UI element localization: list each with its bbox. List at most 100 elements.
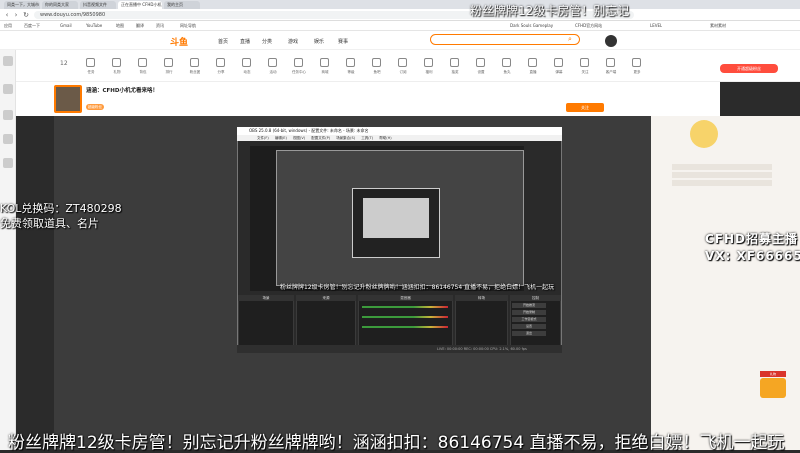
toolbar-item-icon[interactable] [216, 58, 225, 67]
obs-menu-file[interactable]: 文件(F) [257, 136, 269, 140]
toolbar-item-label: 鱼吧 [373, 70, 381, 74]
toolbar-item-icon[interactable] [632, 58, 641, 67]
room-title: 涵涵：CFHD小机尤看来咯！ [86, 88, 158, 94]
bookmark-item[interactable]: LEVEL [650, 22, 662, 30]
browser-tab[interactable]: 你的同类大家 [42, 1, 78, 9]
toolbar-item-icon[interactable] [502, 58, 511, 67]
toolbar-item-label: 背包 [139, 70, 147, 74]
bookmark-item[interactable]: Gmail [60, 22, 72, 30]
nested-preview-core [363, 198, 429, 238]
toolbar-item-icon[interactable] [476, 58, 485, 67]
toolbar-item-label: 分享 [217, 70, 225, 74]
recruit-text: CFHD招募主播 [705, 232, 799, 246]
audio-meter [362, 316, 448, 318]
site-logo[interactable]: 斗鱼 [170, 35, 188, 48]
sidebar-game-icon[interactable] [3, 134, 13, 144]
obs-menu-tools[interactable]: 工具(T) [361, 136, 373, 140]
nav-home[interactable]: 首页 [218, 38, 228, 45]
toolbar-item-icon[interactable] [528, 58, 537, 67]
settings-button[interactable]: 设置 [512, 324, 546, 329]
toolbar-item-label: 直播 [529, 70, 537, 74]
bookmark-item[interactable]: 素材素材 [710, 22, 726, 30]
toolbar-item-icon[interactable] [606, 58, 615, 67]
search-icon[interactable]: ⌕ [568, 35, 572, 44]
toolbar-item-icon[interactable] [268, 58, 277, 67]
top-marquee-text: 粉丝牌牌12级卡房管！别忘记 [470, 4, 630, 18]
toolbar-item-label: 等级 [347, 70, 355, 74]
toolbar-item-label: 任务中心 [292, 70, 306, 74]
sidebar-category-icon[interactable] [3, 110, 13, 120]
toolbar-item-label: 任务 [87, 70, 95, 74]
obs-transitions-dock [455, 295, 508, 350]
nav-match[interactable]: 赛事 [338, 38, 348, 45]
toolbar-item-label: 客户端 [605, 70, 617, 74]
browser-tab[interactable]: 抖音视频文件 [80, 1, 116, 9]
bookmark-item[interactable]: 应用 [4, 22, 12, 30]
follow-button[interactable]: 关注 [566, 103, 604, 112]
browser-tab[interactable]: 同类一下，大城市 [4, 1, 40, 9]
streamer-avatar[interactable] [54, 85, 82, 113]
toolbar-item-icon[interactable] [112, 58, 121, 67]
toolbar-item-icon[interactable] [190, 58, 199, 67]
toolbar-item-icon[interactable] [320, 58, 329, 67]
toolbar-item-icon[interactable] [398, 58, 407, 67]
sidebar-home-icon[interactable] [3, 56, 13, 66]
start-streaming-button[interactable]: 开始推流 [512, 303, 546, 308]
toolbar-item-icon[interactable] [424, 58, 433, 67]
bookmark-item[interactable]: 翻译 [136, 22, 144, 30]
obs-mixer-dock [358, 295, 453, 350]
bottom-marquee-text: 粉丝牌牌12级卡房管！别忘记升粉丝牌牌哟！涵涵扣扣：86146754 直播不易，… [8, 433, 785, 453]
nav-game[interactable]: 游戏 [288, 38, 298, 45]
kol-reward-text: 免费领取道具、名片 [0, 217, 99, 230]
toolbar-item-icon[interactable] [164, 58, 173, 67]
recruit-contact-text: VX: XF666654 [705, 249, 800, 263]
toolbar-item-icon[interactable] [294, 58, 303, 67]
site-header [0, 31, 800, 50]
obs-menu-view[interactable]: 视图(V) [293, 136, 305, 140]
nav-category[interactable]: 分类 [262, 38, 272, 45]
sidebar-follow-icon[interactable] [3, 84, 13, 94]
obs-menu-help[interactable]: 帮助(H) [379, 136, 391, 140]
nav-ent[interactable]: 娱乐 [314, 38, 324, 45]
reload-icon[interactable]: ↻ [22, 11, 30, 19]
toolbar-item-icon[interactable] [372, 58, 381, 67]
toolbar-item-icon[interactable] [242, 58, 251, 67]
room-badge: 超级粉丝 [86, 104, 104, 110]
toolbar-item-icon[interactable] [450, 58, 459, 67]
toolbar-item-icon[interactable] [138, 58, 147, 67]
obs-status-bar: LIVE: 00:00:00 REC: 00:00:00 CPU: 2.1%, … [237, 345, 562, 353]
rank-item [672, 172, 772, 178]
toolbar-item-icon[interactable] [554, 58, 563, 67]
exit-button[interactable]: 退出 [512, 331, 546, 336]
browser-tab[interactable]: 我的主页 [164, 1, 200, 9]
bookmark-item[interactable]: Dark Souls Gameplay [510, 22, 553, 30]
studio-mode-button[interactable]: 工作室模式 [512, 317, 546, 322]
obs-status-text: LIVE: 00:00:00 REC: 00:00:00 CPU: 2.1%, … [437, 347, 527, 351]
toolbar-item-label: 商城 [321, 70, 329, 74]
toolbar-item-label: 设置 [477, 70, 485, 74]
bookmark-item[interactable]: 百度一下 [24, 22, 40, 30]
browser-tab-active[interactable]: 正在直播中 CFHD小机 [118, 1, 162, 9]
search-input[interactable] [430, 34, 580, 45]
toolbar-item-label: 粉丝团 [189, 70, 201, 74]
bookmark-item[interactable]: 地图 [116, 22, 124, 30]
obs-menu-edit[interactable]: 编辑(E) [275, 136, 287, 140]
obs-title-bar: OBS 25.0.8 (64-bit, windows) - 配置文件: 未命名… [237, 127, 562, 135]
toolbar-item-icon[interactable] [86, 58, 95, 67]
forward-icon[interactable]: › [12, 11, 20, 19]
back-icon[interactable]: ‹ [3, 11, 11, 19]
toolbar-item-icon[interactable] [346, 58, 355, 67]
user-avatar[interactable] [605, 35, 617, 47]
gift-box-icon[interactable] [760, 378, 786, 398]
nav-live[interactable]: 直播 [240, 38, 250, 45]
bookmark-item[interactable]: CFHD官方网站 [575, 22, 602, 30]
obs-menu-scene-collection[interactable]: 场景集合(S) [336, 136, 355, 140]
sidebar-ent-icon[interactable] [3, 158, 13, 168]
bookmark-item[interactable]: YouTube [86, 22, 102, 30]
start-recording-button[interactable]: 开始录制 [512, 310, 546, 315]
bookmark-item[interactable]: 网址导航 [180, 22, 196, 30]
super-fan-badge[interactable]: 开通超级粉丝 [720, 64, 778, 73]
bookmark-item[interactable]: 资讯 [156, 22, 164, 30]
toolbar-item-icon[interactable] [580, 58, 589, 67]
obs-menu-profile[interactable]: 配置文件(P) [311, 136, 330, 140]
